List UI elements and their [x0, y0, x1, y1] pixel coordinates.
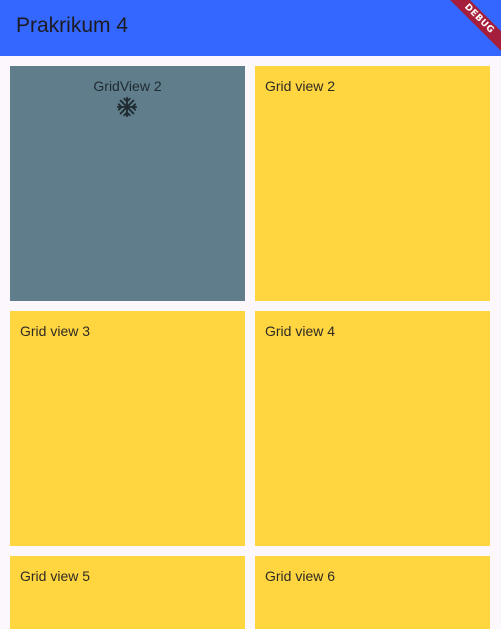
grid-tile-5[interactable]: Grid view 5 — [10, 556, 245, 629]
grid-tile-label: Grid view 2 — [265, 78, 336, 94]
grid-tile-label: GridView 2 — [93, 78, 162, 94]
snowflake-icon — [116, 96, 138, 118]
grid-tile-3[interactable]: Grid view 3 — [10, 311, 245, 546]
app-bar: Prakrikum 4 — [0, 0, 501, 56]
grid-tile-label: Grid view 3 — [20, 323, 91, 339]
page-title: Prakrikum 4 — [16, 14, 129, 37]
grid-tile-1[interactable]: GridView 2 — [10, 66, 245, 301]
grid-tile-4[interactable]: Grid view 4 — [255, 311, 490, 546]
grid-tile-label: Grid view 6 — [265, 568, 336, 584]
grid-tile-label: Grid view 5 — [20, 568, 91, 584]
grid-tile-2[interactable]: Grid view 2 — [255, 66, 490, 301]
grid-tile-label: Grid view 4 — [265, 323, 336, 339]
grid-tile-6[interactable]: Grid view 6 — [255, 556, 490, 629]
